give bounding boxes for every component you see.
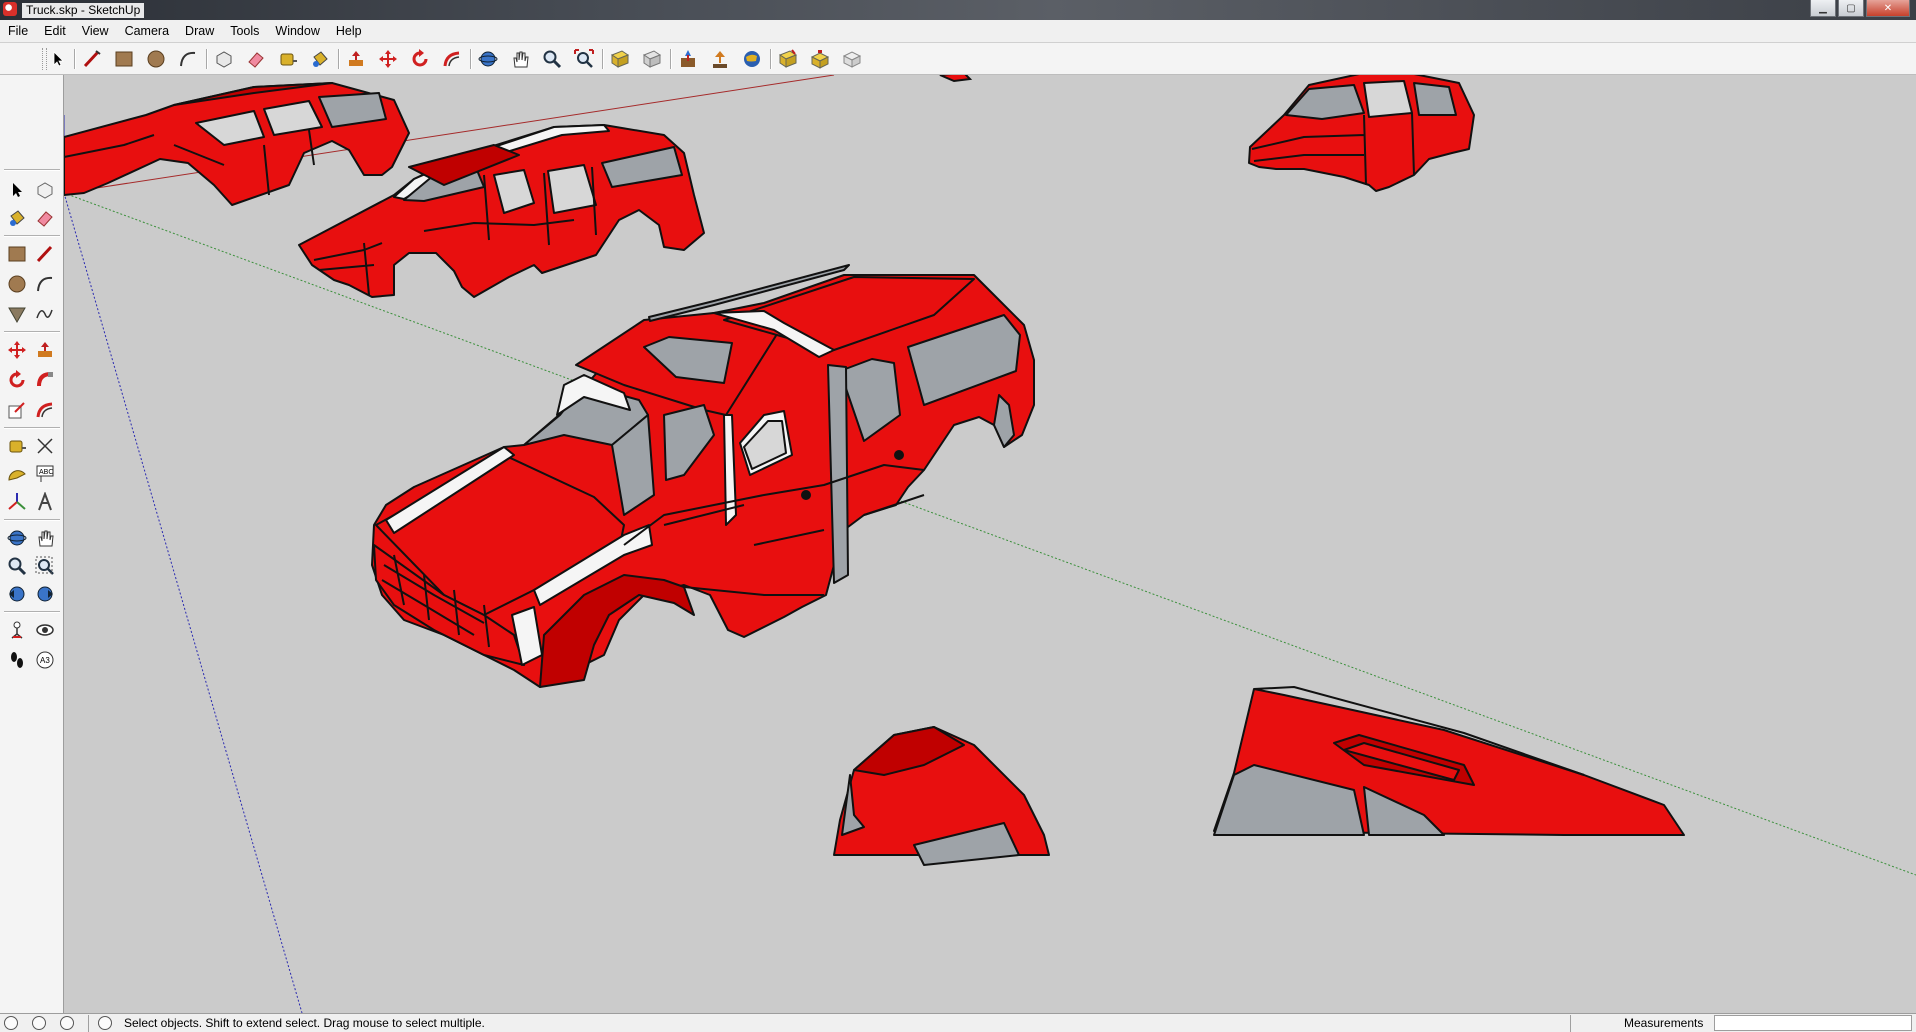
rotate-icon[interactable]: [408, 47, 432, 71]
circle-icon[interactable]: [4, 271, 30, 297]
menu-edit[interactable]: Edit: [36, 20, 74, 42]
tape-measure-icon[interactable]: [4, 433, 30, 459]
model-canvas: [64, 75, 1916, 1013]
help-icon[interactable]: [98, 1016, 112, 1030]
svg-text:ABC: ABC: [39, 469, 53, 476]
offset-icon[interactable]: [32, 397, 58, 423]
paint-bucket-icon[interactable]: [308, 47, 332, 71]
status-message: Select objects. Shift to extend select. …: [124, 1016, 485, 1030]
follow-me-icon[interactable]: [32, 367, 58, 393]
protractor-icon[interactable]: [4, 461, 30, 487]
menu-tools[interactable]: Tools: [222, 20, 267, 42]
window-controls: ▁ ▢ ✕: [1810, 0, 1910, 17]
minimize-icon[interactable]: ▁: [1810, 0, 1836, 17]
position-camera-icon[interactable]: [4, 617, 30, 643]
toggle-terrain-icon[interactable]: [708, 47, 732, 71]
zoom-icon[interactable]: [540, 47, 564, 71]
zoom-icon[interactable]: [4, 553, 30, 579]
axes-icon[interactable]: [4, 489, 30, 515]
move-icon[interactable]: [4, 337, 30, 363]
add-location-icon[interactable]: [676, 47, 700, 71]
make-component-icon[interactable]: [32, 177, 58, 203]
zoom-extents-icon[interactable]: [572, 47, 596, 71]
freehand-icon[interactable]: [32, 301, 58, 327]
dimension-icon[interactable]: [32, 433, 58, 459]
orbit-icon[interactable]: [476, 47, 500, 71]
share-model-icon[interactable]: [640, 47, 664, 71]
get-photo-textures-icon[interactable]: [776, 47, 800, 71]
line-icon[interactable]: [80, 47, 104, 71]
rectangle-icon[interactable]: [4, 241, 30, 267]
pan-icon[interactable]: [32, 525, 58, 551]
push-pull-icon[interactable]: [344, 47, 368, 71]
line-icon[interactable]: [32, 241, 58, 267]
preview-in-google-earth-icon[interactable]: [740, 47, 764, 71]
partial-model-top: [939, 75, 973, 83]
menu-draw[interactable]: Draw: [177, 20, 222, 42]
large-tool-set: ABC A3: [0, 75, 64, 1013]
paint-bucket-icon[interactable]: [4, 205, 30, 231]
move-icon[interactable]: [376, 47, 400, 71]
tape-measure-icon[interactable]: [276, 47, 300, 71]
status-bar: Select objects. Shift to extend select. …: [0, 1013, 1916, 1032]
main-toolbar: [0, 43, 1916, 75]
previous-view-icon[interactable]: [4, 581, 30, 607]
scale-icon[interactable]: [4, 397, 30, 423]
truck-model-1: [64, 82, 410, 206]
select-icon[interactable]: [4, 177, 30, 203]
partial-model-bottom-center: [833, 726, 1050, 866]
measurements-input[interactable]: [1714, 1015, 1912, 1031]
blue-axis: [64, 192, 303, 1013]
get-models-icon[interactable]: [608, 47, 632, 71]
next-view-icon[interactable]: [32, 581, 58, 607]
3d-text-icon[interactable]: [32, 489, 58, 515]
svg-text:A3: A3: [40, 656, 50, 665]
menu-view[interactable]: View: [74, 20, 117, 42]
menu-camera[interactable]: Camera: [117, 20, 177, 42]
menu-help[interactable]: Help: [328, 20, 370, 42]
text-icon[interactable]: ABC: [32, 461, 58, 487]
rectangle-icon[interactable]: [112, 47, 136, 71]
eraser-icon[interactable]: [32, 205, 58, 231]
push-pull-icon[interactable]: [32, 337, 58, 363]
offset-icon[interactable]: [440, 47, 464, 71]
pan-icon[interactable]: [508, 47, 532, 71]
circle-icon[interactable]: [144, 47, 168, 71]
title-bar: Truck.skp - SketchUp ▁ ▢ ✕: [0, 0, 1916, 20]
extension-warehouse-icon[interactable]: [808, 47, 832, 71]
truck-model-3: [1248, 75, 1475, 192]
eraser-icon[interactable]: [244, 47, 268, 71]
truck-model-main: [371, 264, 1035, 688]
select-icon[interactable]: [46, 47, 70, 71]
window-title: Truck.skp - SketchUp: [22, 3, 145, 18]
user-icon[interactable]: [60, 1016, 74, 1030]
arc-icon[interactable]: [32, 271, 58, 297]
menu-window[interactable]: Window: [267, 20, 327, 42]
menu-file[interactable]: File: [0, 20, 36, 42]
arc-icon[interactable]: [176, 47, 200, 71]
style-builder-icon[interactable]: [840, 47, 864, 71]
menu-bar: File Edit View Camera Draw Tools Window …: [0, 20, 1916, 43]
look-around-icon[interactable]: [32, 617, 58, 643]
orbit-icon[interactable]: [4, 525, 30, 551]
polygon-icon[interactable]: [4, 301, 30, 327]
sketchup-logo-icon: [3, 2, 17, 16]
walk-icon[interactable]: [4, 647, 30, 673]
make-component-icon[interactable]: [212, 47, 236, 71]
3d-viewport[interactable]: [64, 75, 1916, 1013]
geo-location-icon[interactable]: [4, 1016, 18, 1030]
measurements-label: Measurements: [1624, 1016, 1704, 1030]
rotate-icon[interactable]: [4, 367, 30, 393]
maximize-icon[interactable]: ▢: [1838, 0, 1864, 17]
close-icon[interactable]: ✕: [1866, 0, 1910, 17]
section-plane-icon[interactable]: A3: [32, 647, 58, 673]
partial-model-bottom-right: [1213, 686, 1685, 836]
credits-icon[interactable]: [32, 1016, 46, 1030]
zoom-window-icon[interactable]: [32, 553, 58, 579]
